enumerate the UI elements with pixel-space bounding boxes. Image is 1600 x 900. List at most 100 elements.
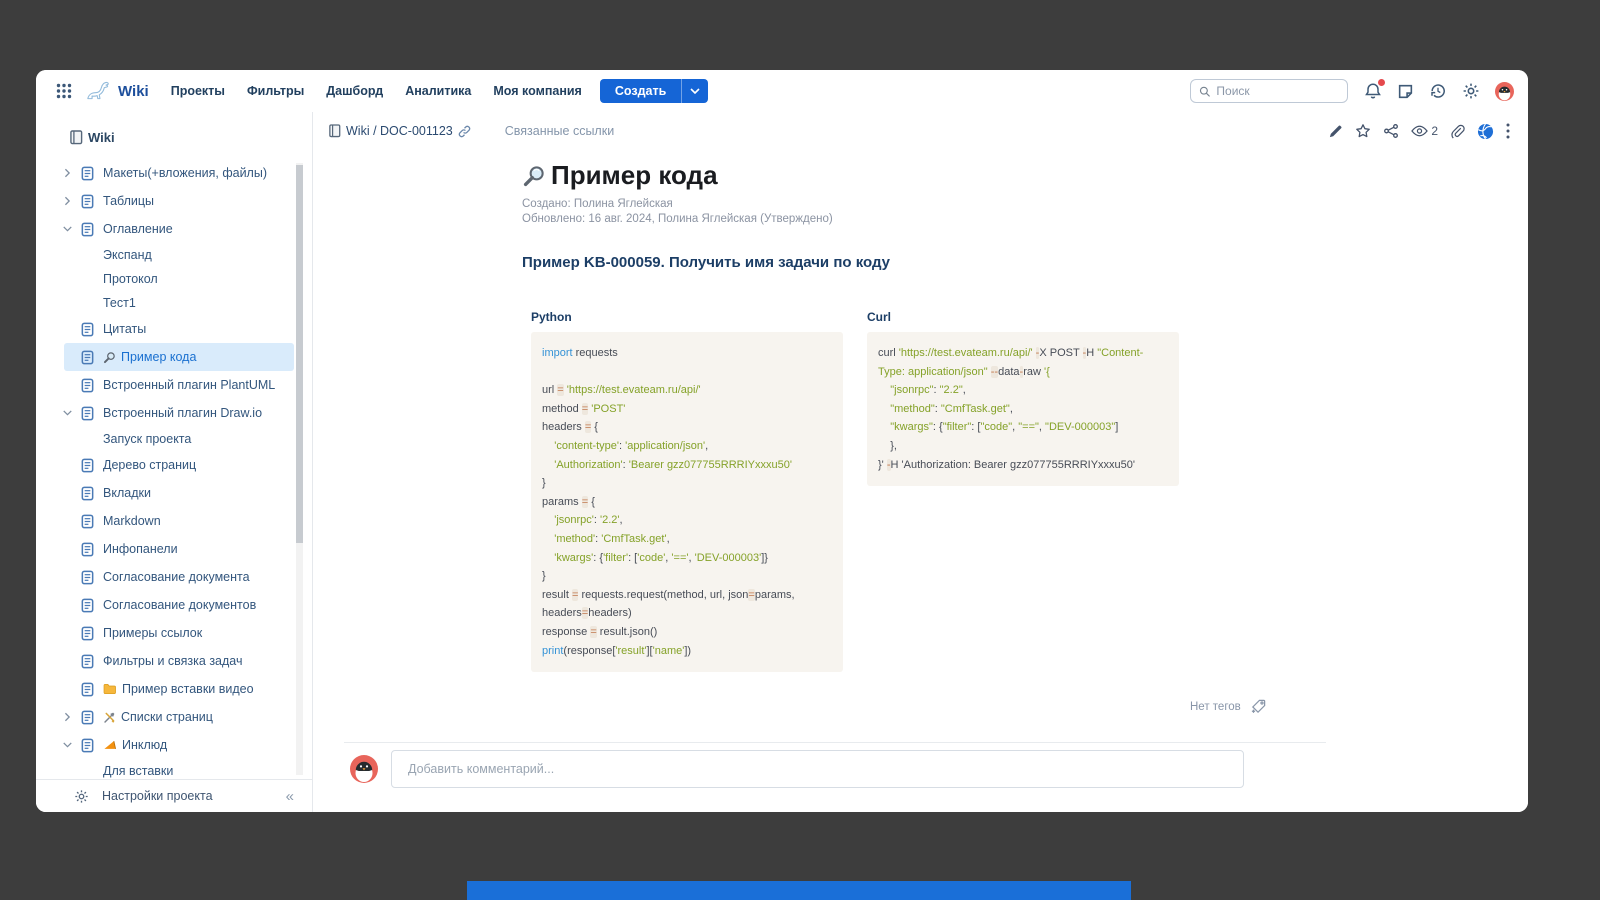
sidebar-item-label: Инфопанели <box>103 542 178 556</box>
app-title: Wiki <box>118 83 149 100</box>
notifications-icon[interactable] <box>1364 82 1382 100</box>
add-tag-icon[interactable] <box>1250 698 1267 715</box>
sidebar-item-label: Таблицы <box>103 194 154 208</box>
breadcrumb[interactable]: Wiki / DOC-001123 <box>329 124 471 138</box>
history-icon[interactable] <box>1429 82 1447 100</box>
sidebar-item[interactable]: Для вставки <box>64 759 294 778</box>
code-block: curl 'https://test.evateam.ru/api/' -X P… <box>867 332 1179 486</box>
notification-badge-dot <box>1378 79 1385 86</box>
chevron-down-icon[interactable] <box>63 226 73 233</box>
comment-composer <box>350 750 1244 788</box>
sidebar-item-label: Цитаты <box>103 322 146 336</box>
page-icon <box>80 486 95 501</box>
book-icon <box>70 130 83 145</box>
sidebar-item[interactable]: Тест1 <box>64 291 294 315</box>
favorite-star-icon[interactable] <box>1355 123 1371 139</box>
create-button[interactable]: Создать <box>600 79 708 103</box>
chevron-right-icon[interactable] <box>64 168 71 178</box>
sidebar-item[interactable]: Таблицы <box>64 187 294 215</box>
sidebar-item[interactable]: Списки страниц <box>64 703 294 731</box>
code-example-curl: Curlcurl 'https://test.evateam.ru/api/' … <box>867 310 1179 486</box>
sidebar-item-label: Фильтры и связка задач <box>103 654 243 668</box>
edit-pencil-icon[interactable] <box>1328 124 1343 139</box>
more-menu-kebab-icon[interactable] <box>1506 123 1510 139</box>
sidebar-item[interactable]: Фильтры и связка задач <box>64 647 294 675</box>
page-icon <box>80 406 95 421</box>
sidebar-item[interactable]: Примеры ссылок <box>64 619 294 647</box>
sidebar-item[interactable]: Встроенный плагин PlantUML <box>64 371 294 399</box>
nav-item-5[interactable]: Моя компания <box>493 84 582 98</box>
code-block: import requests url = 'https://test.evat… <box>531 332 843 672</box>
bottom-accent-bar <box>467 881 1131 900</box>
sidebar-item-label: Вкладки <box>103 486 151 500</box>
sidebar-item[interactable]: Запуск проекта <box>64 427 294 451</box>
sidebar-item[interactable]: Инфопанели <box>64 535 294 563</box>
sidebar-item[interactable]: Протокол <box>64 267 294 291</box>
project-settings-gear-icon[interactable] <box>74 789 89 804</box>
book-icon <box>329 124 341 138</box>
nav-item-3[interactable]: Дашборд <box>326 84 383 98</box>
sidebar-title: Wiki <box>88 130 115 145</box>
sidebar-item[interactable]: Встроенный плагин Draw.io <box>64 399 294 427</box>
share-icon[interactable] <box>1383 123 1399 139</box>
link-icon[interactable] <box>458 125 471 138</box>
settings-gear-icon[interactable] <box>1462 82 1480 100</box>
page-icon <box>80 458 95 473</box>
code-examples: Pythonimport requests url = 'https://tes… <box>531 310 1179 672</box>
page-icon <box>80 570 95 585</box>
article-body: Пример кода Создано: Полина Яглейская Об… <box>313 150 1528 812</box>
sidebar-item[interactable]: Пример кода <box>64 343 294 371</box>
sidebar-item[interactable]: Согласование документа <box>64 563 294 591</box>
sidebar-item[interactable]: Вкладки <box>64 479 294 507</box>
sidebar-item[interactable]: Макеты(+вложения, файлы) <box>64 159 294 187</box>
chevron-down-icon[interactable] <box>63 742 73 749</box>
search-box[interactable] <box>1190 79 1348 103</box>
add-comment-input[interactable] <box>391 750 1244 788</box>
article-subtitle: Пример KB-000059. Получить имя задачи по… <box>522 254 890 271</box>
sidebar-item[interactable]: Инклюд <box>64 731 294 759</box>
sidebar-item-label: Согласование документа <box>103 570 250 584</box>
collapse-sidebar-icon[interactable]: « <box>286 788 294 805</box>
sidebar-item-label: Для вставки <box>103 764 173 778</box>
page-icon <box>80 710 95 725</box>
sidebar-scrollbar-thumb[interactable] <box>296 165 303 543</box>
sidebar-item-label: Тест1 <box>103 296 136 310</box>
chevron-down-icon[interactable] <box>63 410 73 417</box>
sidebar-scrollbar-track[interactable] <box>296 163 303 775</box>
sidebar-item[interactable]: Цитаты <box>64 315 294 343</box>
document-header: Wiki / DOC-001123 Связанные ссылки 2 <box>313 112 1528 150</box>
project-settings-label[interactable]: Настройки проекта <box>102 789 213 803</box>
chevron-right-icon[interactable] <box>64 712 71 722</box>
notes-icon[interactable] <box>1397 83 1414 100</box>
create-button-label[interactable]: Создать <box>600 79 681 103</box>
nav-item-4[interactable]: Аналитика <box>405 84 471 98</box>
related-links-tab[interactable]: Связанные ссылки <box>505 124 614 138</box>
sidebar-item-label: Списки страниц <box>121 710 213 724</box>
user-avatar[interactable] <box>1495 82 1514 101</box>
nav-item-1[interactable]: Проекты <box>171 84 225 98</box>
created-by: Создано: Полина Яглейская <box>522 197 833 212</box>
sidebar-item[interactable]: Markdown <box>64 507 294 535</box>
create-dropdown-toggle[interactable] <box>681 79 708 103</box>
sidebar-item-label: Примеры ссылок <box>103 626 202 640</box>
sidebar-item-label: Макеты(+вложения, файлы) <box>103 166 267 180</box>
app-brand[interactable]: Wiki <box>84 80 149 102</box>
public-globe-icon[interactable] <box>1477 123 1494 140</box>
breadcrumb-path[interactable]: Wiki / DOC-001123 <box>346 124 453 138</box>
nav-item-2[interactable]: Фильтры <box>247 84 304 98</box>
sidebar-item[interactable]: Дерево страниц <box>64 451 294 479</box>
page-icon <box>80 194 95 209</box>
sidebar-item[interactable]: Оглавление <box>64 215 294 243</box>
sidebar-item[interactable]: Экспанд <box>64 243 294 267</box>
sidebar-item[interactable]: Согласование документов <box>64 591 294 619</box>
page-icon <box>80 322 95 337</box>
attachments-paperclip-icon[interactable] <box>1450 124 1465 139</box>
apps-grid-icon[interactable] <box>56 83 72 99</box>
page-title: Пример кода <box>551 160 718 191</box>
sidebar-header: Wiki <box>70 130 312 145</box>
search-input[interactable] <box>1216 84 1339 98</box>
chevron-right-icon[interactable] <box>64 196 71 206</box>
views-indicator[interactable]: 2 <box>1411 124 1438 138</box>
sidebar-item[interactable]: Пример вставки видео <box>64 675 294 703</box>
sidebar-item-label: Инклюд <box>122 738 167 752</box>
